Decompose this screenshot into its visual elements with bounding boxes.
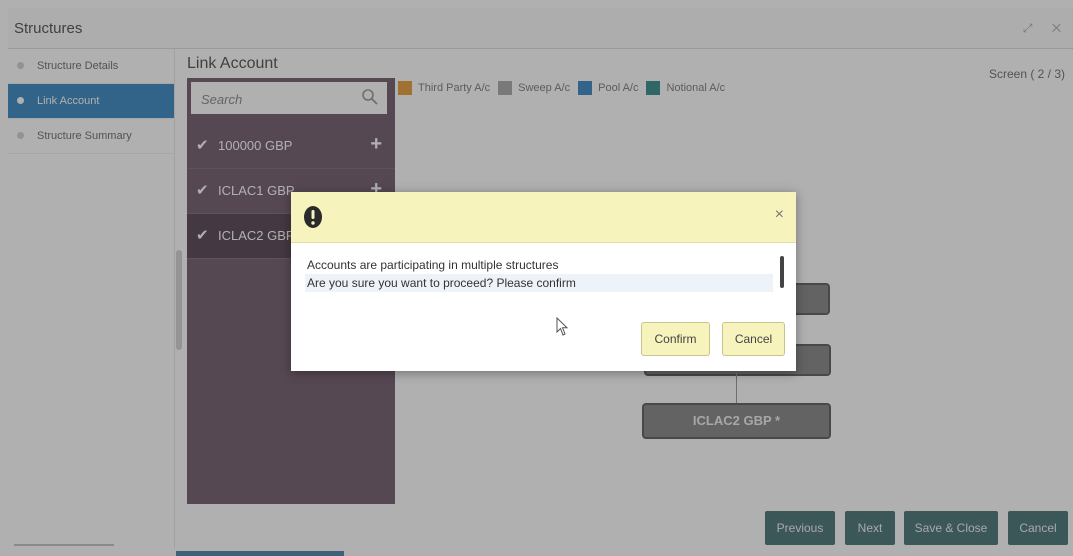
dialog-header: ×	[291, 192, 796, 243]
screen: Structures ⤢ ✕ Structure Details Link Ac…	[0, 0, 1073, 556]
confirm-dialog: × Accounts are participating in multiple…	[291, 192, 796, 371]
dialog-cancel-button[interactable]: Cancel	[722, 322, 785, 356]
warning-icon	[304, 206, 322, 228]
message-line-highlight: Are you sure you want to proceed? Please…	[305, 274, 773, 292]
close-icon[interactable]: ×	[775, 206, 784, 224]
dialog-message: Accounts are participating in multiple s…	[305, 254, 783, 294]
message-line: Are you sure you want to proceed? Please…	[307, 276, 576, 290]
mouse-cursor-icon	[556, 317, 569, 336]
message-line: Accounts are participating in multiple s…	[307, 258, 559, 272]
confirm-button[interactable]: Confirm	[641, 322, 710, 356]
message-scrollbar[interactable]	[780, 256, 784, 288]
